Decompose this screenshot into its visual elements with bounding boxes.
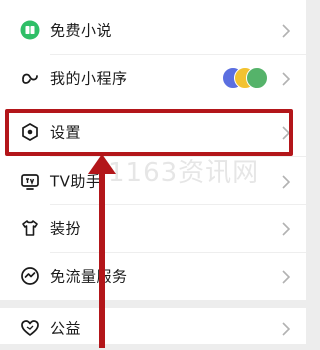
- menu-item-free-novels[interactable]: 免费小说: [0, 6, 306, 54]
- menu-item-tv-assistant[interactable]: TV助手: [0, 157, 306, 205]
- chevron-right-icon: [282, 269, 291, 284]
- mini-program-avatar: [246, 67, 268, 89]
- menu-item-charity[interactable]: 公益: [0, 306, 306, 350]
- menu-item-free-data[interactable]: 免流量服务: [0, 252, 306, 300]
- traffic-icon: [20, 266, 40, 286]
- chevron-right-icon: [282, 321, 291, 336]
- annotation-arrow-head: [88, 154, 116, 174]
- chevron-right-icon: [282, 71, 291, 86]
- menu-item-theme[interactable]: 装扮: [0, 204, 306, 252]
- menu-item-label: 装扮: [50, 219, 82, 238]
- chevron-right-icon: [282, 221, 291, 236]
- menu-item-label: 我的小程序: [50, 69, 128, 88]
- menu-item-label: 公益: [50, 319, 82, 338]
- heart-icon: [20, 318, 40, 338]
- chevron-right-icon: [282, 23, 291, 38]
- highlight-box: [5, 109, 293, 156]
- menu-item-label: 免流量服务: [50, 267, 128, 286]
- annotation-arrow-shaft: [99, 168, 105, 348]
- chevron-right-icon: [282, 174, 291, 189]
- tv-icon: [20, 171, 40, 191]
- recent-mini-program-avatars: [222, 67, 268, 89]
- menu-group-bottom: 公益: [0, 308, 306, 344]
- book-icon: [20, 20, 40, 40]
- mini-program-icon: [20, 68, 40, 88]
- menu-group-top: 免费小说 我的小程序: [0, 0, 306, 106]
- tshirt-icon: [20, 218, 40, 238]
- menu-item-label: 免费小说: [50, 21, 113, 40]
- menu-item-mini-programs[interactable]: 我的小程序: [0, 54, 306, 102]
